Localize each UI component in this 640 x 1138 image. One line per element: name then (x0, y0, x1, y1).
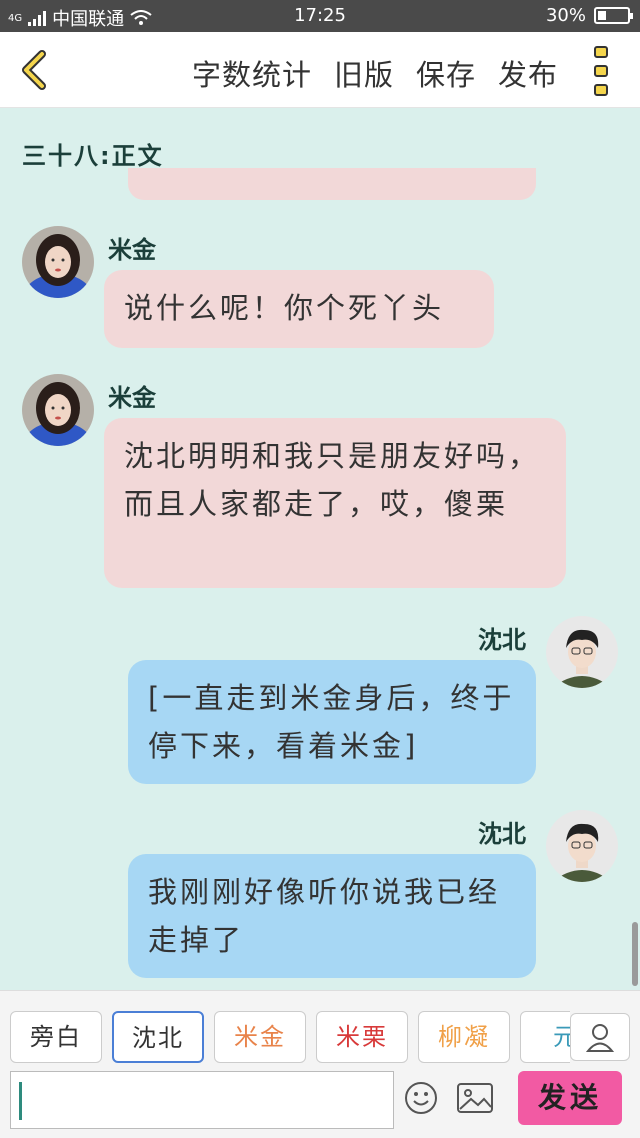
user-icon[interactable] (570, 1013, 630, 1061)
role-tab[interactable]: 米金 (214, 1011, 306, 1063)
save-button[interactable]: 保存 (416, 52, 476, 94)
app-header: 字数统计 旧版 保存 发布 (0, 32, 640, 108)
role-tab[interactable]: 米栗 (316, 1011, 408, 1063)
chevron-left-icon[interactable] (14, 48, 58, 92)
role-tab[interactable]: 旁白 (10, 1011, 102, 1063)
role-tab[interactable]: 元 (520, 1011, 570, 1063)
header-actions: 字数统计 旧版 保存 发布 (192, 52, 558, 94)
sender-name: 米金 (108, 384, 156, 412)
more-vertical-icon[interactable] (594, 46, 616, 96)
status-bar: 4G 中国联通 17:25 30% (0, 0, 640, 32)
avatar (22, 226, 94, 298)
composer-panel: 旁白 沈北 米金 米栗 柳凝 元 发送 (0, 990, 640, 1138)
message-bubble[interactable]: 沈北明明和我只是朋友好吗，而且人家都走了，哎，傻栗 (104, 418, 566, 588)
sender-name: 米金 (108, 236, 156, 264)
message-bubble[interactable]: 我刚刚好像听你说我已经走掉了 (128, 854, 536, 978)
battery-percent: 30% (545, 5, 586, 26)
text-caret (19, 1082, 22, 1120)
word-count-button[interactable]: 字数统计 (192, 52, 312, 94)
partial-message-bubble (128, 168, 536, 200)
avatar (546, 810, 618, 882)
battery-icon (594, 7, 633, 24)
sender-name: 沈北 (478, 820, 526, 848)
role-tab[interactable]: 柳凝 (418, 1011, 510, 1063)
avatar (546, 616, 618, 688)
emoji-icon[interactable] (404, 1081, 438, 1115)
message-bubble[interactable]: 说什么呢！你个死丫头 (104, 270, 494, 348)
send-button[interactable]: 发送 (518, 1071, 622, 1125)
clock: 17:25 (294, 5, 346, 26)
status-right: 30% (545, 5, 633, 26)
old-version-button[interactable]: 旧版 (334, 52, 394, 94)
chapter-title: 三十八:正文 (22, 142, 164, 170)
message-input[interactable] (10, 1071, 394, 1129)
role-tabs: 旁白 沈北 米金 米栗 柳凝 元 (10, 1011, 570, 1063)
message-bubble[interactable]: [一直走到米金身后，终于停下来，看着米金] (128, 660, 536, 784)
role-tab[interactable]: 沈北 (112, 1011, 204, 1063)
publish-button[interactable]: 发布 (498, 52, 558, 94)
avatar (22, 374, 94, 446)
battery-fill (598, 11, 606, 20)
scrollbar[interactable] (632, 922, 638, 986)
sender-name: 沈北 (478, 626, 526, 654)
image-icon[interactable] (456, 1081, 494, 1115)
